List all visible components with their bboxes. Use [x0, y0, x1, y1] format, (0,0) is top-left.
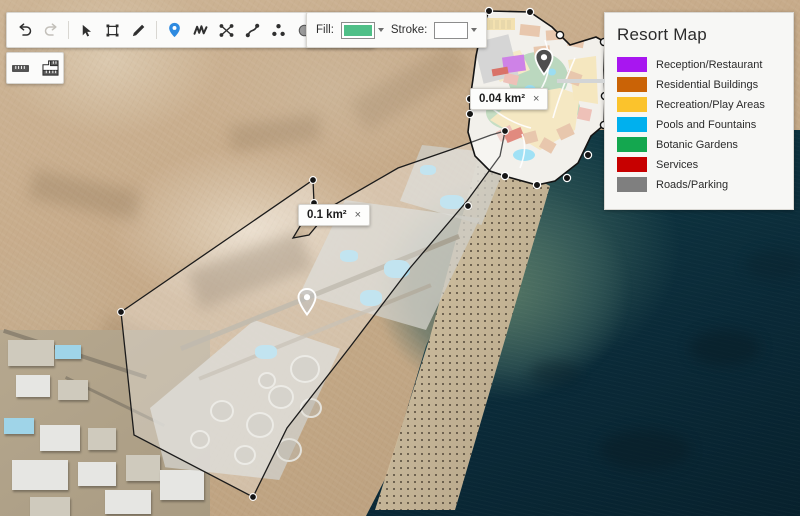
legend-item-label: Recreation/Play Areas	[656, 98, 765, 111]
legend-item[interactable]: Reception/Restaurant	[617, 57, 783, 72]
legend-item-label: Roads/Parking	[656, 178, 729, 191]
area-chip-large[interactable]: 0.1 km² ×	[298, 204, 371, 226]
legend-color-swatch	[617, 77, 647, 92]
multipoint-tool[interactable]	[266, 18, 291, 43]
marker-tool[interactable]	[162, 18, 187, 43]
stroke-swatch-group[interactable]	[434, 21, 478, 39]
select-tool[interactable]	[74, 18, 99, 43]
legend-item-label: Reception/Restaurant	[656, 58, 763, 71]
measure-toolbar[interactable]	[6, 52, 64, 84]
style-bar[interactable]: Fill: Stroke:	[306, 12, 488, 48]
legend-item[interactable]: Recreation/Play Areas	[617, 97, 783, 112]
fill-label: Fill:	[316, 24, 334, 36]
legend-item-label: Services	[656, 158, 699, 171]
area-chip-small[interactable]: 0.04 km² ×	[470, 88, 549, 110]
measure-area-button[interactable]	[38, 56, 63, 81]
legend-item[interactable]: Services	[617, 157, 783, 172]
area-chip-large-value: 0.1 km²	[307, 209, 347, 221]
polyline-icon	[193, 24, 208, 35]
vertex-handle[interactable]	[464, 202, 472, 210]
fill-color-swatch[interactable]	[340, 21, 375, 39]
stroke-label: Stroke:	[390, 24, 428, 36]
vertex-handle[interactable]	[117, 308, 125, 316]
legend-connector-line	[557, 79, 605, 83]
pen-tool[interactable]	[126, 18, 151, 43]
legend-color-swatch	[617, 97, 647, 112]
area-chip-large-close-icon[interactable]: ×	[355, 209, 361, 221]
legend-item-label: Botanic Gardens	[656, 138, 738, 151]
toolbar-divider	[68, 21, 69, 39]
legend-item[interactable]: Botanic Gardens	[617, 137, 783, 152]
toolbar-divider	[156, 21, 157, 39]
vertex-handle[interactable]	[249, 493, 257, 501]
area-ruler-icon	[41, 60, 59, 76]
vertex-handle[interactable]	[525, 7, 535, 17]
legend-panel[interactable]: Resort Map Reception/Restaurant Residenti…	[557, 12, 794, 210]
node-cross-icon	[219, 23, 234, 37]
app-stage: Fill: Stroke: 0.04 km² × 0.1 km² × Resor…	[0, 0, 800, 516]
curve-icon	[245, 23, 260, 37]
undo-button[interactable]	[12, 18, 37, 43]
legend-color-swatch	[617, 137, 647, 152]
undo-icon	[18, 23, 31, 36]
bounding-box-icon	[106, 24, 119, 36]
fill-dropdown-caret-icon[interactable]	[377, 28, 384, 32]
legend-color-swatch	[617, 157, 647, 172]
vertex-handle[interactable]	[562, 173, 572, 183]
measure-distance-button[interactable]	[8, 56, 33, 81]
vertex-handle[interactable]	[555, 30, 565, 40]
legend-item[interactable]: Roads/Parking	[617, 177, 783, 192]
legend-rows: Reception/Restaurant Residential Building…	[617, 57, 783, 192]
redo-icon	[44, 23, 57, 36]
legend-color-swatch	[617, 177, 647, 192]
polyline-tool[interactable]	[188, 18, 213, 43]
legend-item-label: Pools and Fountains	[656, 118, 757, 131]
marker-resort-main[interactable]	[297, 288, 317, 321]
legend-color-swatch	[617, 117, 647, 132]
stroke-dropdown-caret-icon[interactable]	[471, 28, 478, 32]
ruler-icon	[11, 64, 29, 72]
map-pin-icon	[169, 22, 180, 38]
legend-title: Resort Map	[617, 25, 707, 44]
vertex-handle[interactable]	[500, 171, 510, 181]
legend-item-label: Residential Buildings	[656, 78, 759, 91]
vertex-handle[interactable]	[532, 180, 542, 190]
polygon-node-tool[interactable]	[214, 18, 239, 43]
transform-tool[interactable]	[100, 18, 125, 43]
area-chip-small-value: 0.04 km²	[479, 93, 526, 105]
vertex-handle[interactable]	[583, 150, 593, 160]
cursor-arrow-icon	[82, 24, 91, 36]
vertex-handle[interactable]	[309, 176, 317, 184]
marker-resort-detail[interactable]	[534, 48, 554, 81]
legend-item[interactable]: Pools and Fountains	[617, 117, 783, 132]
pencil-icon	[132, 24, 145, 36]
redo-button[interactable]	[38, 18, 63, 43]
legend-color-swatch	[617, 57, 647, 72]
area-chip-small-close-icon[interactable]: ×	[533, 93, 539, 105]
stroke-color-swatch[interactable]	[434, 21, 469, 39]
curve-tool[interactable]	[240, 18, 265, 43]
fill-swatch-group[interactable]	[340, 21, 384, 39]
legend-item[interactable]: Residential Buildings	[617, 77, 783, 92]
vertex-handle[interactable]	[465, 109, 475, 119]
map-pin-icon	[297, 288, 317, 317]
map-pin-icon	[534, 48, 554, 76]
multipoint-icon	[272, 23, 285, 36]
vertex-handle[interactable]	[501, 127, 509, 135]
